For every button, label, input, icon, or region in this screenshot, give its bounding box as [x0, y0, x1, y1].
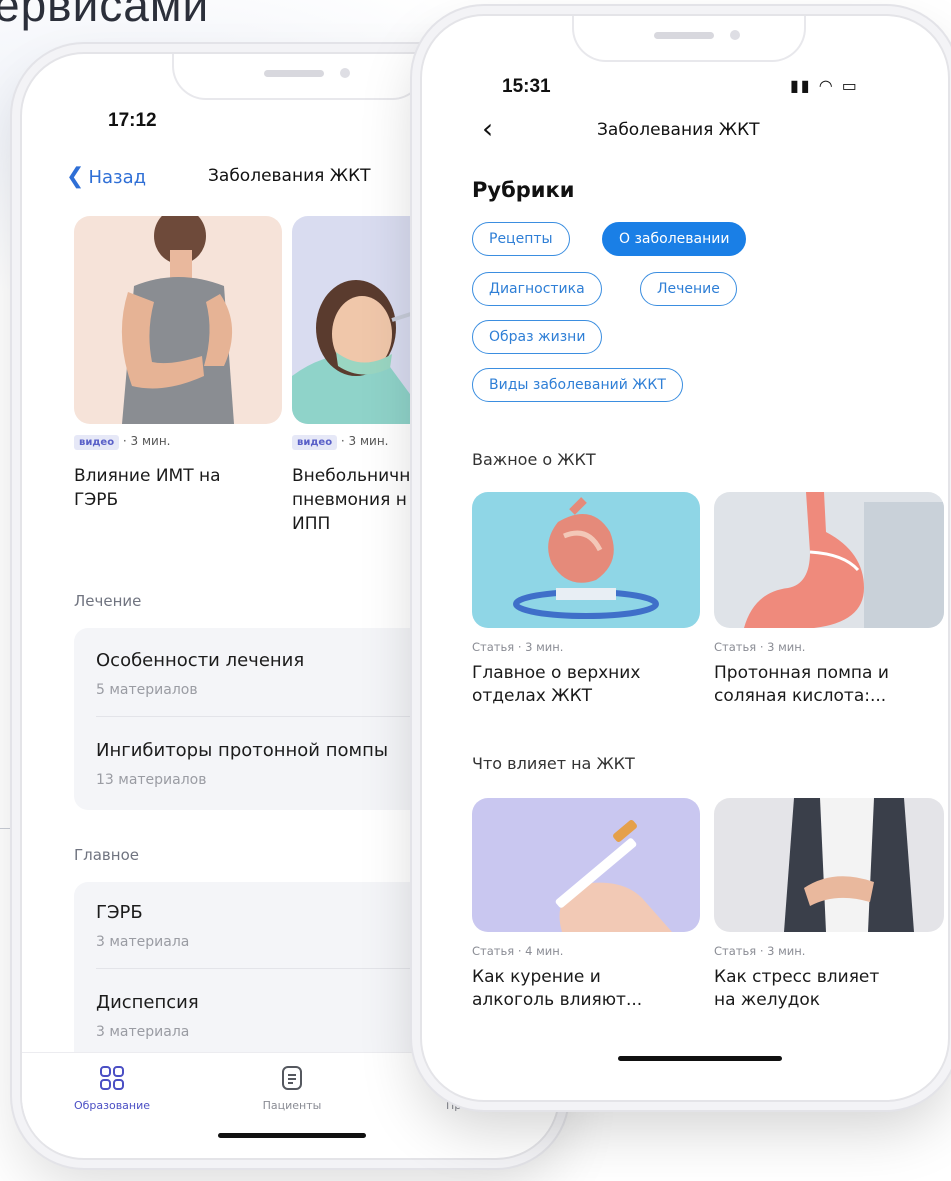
woman-illustration	[121, 216, 234, 424]
tab-education[interactable]: Образование	[42, 1065, 182, 1112]
list-item-title: Особенности лечения	[96, 650, 305, 671]
article-card-thumbnail[interactable]	[472, 798, 700, 932]
chip-recipes[interactable]: Рецепты	[472, 222, 570, 256]
list-item-title: Ингибиторы протонной помпы	[96, 740, 389, 761]
chip-diagnostics[interactable]: Диагностика	[472, 272, 602, 306]
stomach-illustration	[744, 492, 944, 628]
speaker	[654, 32, 714, 39]
home-indicator	[618, 1056, 782, 1061]
divider	[96, 716, 434, 717]
chip-about-disease[interactable]: О заболевании	[602, 222, 747, 256]
chevron-left-icon[interactable]: ‹	[482, 112, 493, 145]
hero-title: ервисами	[0, 0, 210, 31]
article-title-line: алкоголь влияют...	[472, 990, 643, 1010]
video-meta: видео · 3 мин.	[292, 434, 389, 450]
page-title: Заболевания ЖКТ	[208, 166, 371, 186]
rubrics-title: Рубрики	[472, 178, 575, 202]
video-meta: видео · 3 мин.	[74, 434, 171, 450]
cigarette-hand-illustration	[555, 820, 672, 932]
video-title[interactable]: Влияние ИМТ на ГЭРБ	[74, 464, 221, 512]
page-title: Заболевания ЖКТ	[597, 120, 760, 140]
video-card-thumbnail[interactable]	[74, 216, 282, 424]
list-item-count: 3 материала	[96, 934, 190, 950]
section-list: Особенности лечения 5 материалов Ингибит…	[74, 628, 434, 810]
section-label: Важное о ЖКТ	[472, 450, 596, 469]
divider	[96, 968, 434, 969]
home-indicator	[218, 1133, 366, 1138]
speaker	[264, 70, 324, 77]
article-card-thumbnail[interactable]	[714, 798, 944, 932]
back-button-label: Назад	[88, 167, 147, 188]
article-title-line: соляная кислота:...	[714, 686, 887, 706]
camera	[340, 68, 350, 78]
article-title-line: Как курение и	[472, 967, 601, 987]
video-title[interactable]: Внебольничн пневмония н ИПП	[292, 464, 410, 536]
document-icon	[282, 1066, 302, 1090]
article-title[interactable]: Протонная помпа и соляная кислота:...	[714, 662, 889, 708]
list-item-count: 13 материалов	[96, 772, 207, 788]
list-item-title: Диспепсия	[96, 992, 199, 1013]
battery-icon: ▭	[841, 76, 859, 95]
video-duration: · 3 мин.	[122, 434, 171, 448]
list-item-count: 5 материалов	[96, 682, 198, 698]
status-time: 15:31	[502, 76, 551, 97]
article-title[interactable]: Как стресс влияет на желудок	[714, 966, 879, 1012]
article-title[interactable]: Главное о верхних отделах ЖКТ	[472, 662, 640, 708]
article-meta: Статья · 3 мин.	[472, 640, 564, 654]
video-duration: · 3 мин.	[340, 434, 389, 448]
tab-label: Образование	[73, 1099, 151, 1112]
tab-label: Пациенты	[262, 1099, 322, 1112]
article-meta: Статья · 4 мин.	[472, 944, 564, 958]
video-title-line: Влияние ИМТ на	[74, 466, 221, 486]
video-title-line: ИПП	[292, 514, 331, 534]
article-title-line: Как стресс влияет	[714, 967, 880, 987]
section-label: Главное	[74, 846, 139, 864]
signal-icon: ▮▮	[790, 76, 812, 95]
list-item-title: ГЭРБ	[96, 902, 143, 923]
article-title-line: Главное о верхних	[472, 663, 641, 683]
section-label: Что влияет на ЖКТ	[472, 754, 635, 773]
chip-disease-types[interactable]: Виды заболеваний ЖКТ	[472, 368, 683, 402]
notch	[572, 16, 806, 62]
list-item-count: 3 материала	[96, 1024, 190, 1040]
status-time: 17:12	[108, 110, 157, 131]
notch	[172, 54, 426, 100]
article-meta: Статья · 3 мин.	[714, 640, 806, 654]
status-icons: ▮▮ ◠ ▭	[790, 76, 859, 95]
wifi-icon: ◠	[818, 76, 835, 95]
section-label: Лечение	[74, 592, 142, 610]
article-meta: Статья · 3 мин.	[714, 944, 806, 958]
camera	[730, 30, 740, 40]
article-card-thumbnail[interactable]	[714, 492, 944, 628]
grid-icon	[100, 1066, 124, 1090]
phone-front: 15:31 ▮▮ ◠ ▭ ‹ Заболевания ЖКТ Рубрики Р…	[420, 14, 950, 1102]
stomach-model-illustration	[513, 497, 659, 619]
chip-lifestyle[interactable]: Образ жизни	[472, 320, 603, 354]
back-button[interactable]: ❮ Назад	[66, 164, 146, 189]
article-title[interactable]: Как курение и алкоголь влияют...	[472, 966, 642, 1012]
stress-stomach-illustration	[784, 798, 914, 932]
video-title-line: Внебольничн	[292, 466, 411, 486]
video-tag: видео	[74, 435, 120, 450]
video-title-line: пневмония н	[292, 490, 407, 510]
article-title-line: на желудок	[714, 990, 821, 1010]
video-title-line: ГЭРБ	[74, 490, 119, 510]
tab-patients[interactable]: Пациенты	[222, 1065, 362, 1112]
article-title-line: отделах ЖКТ	[472, 686, 593, 706]
article-card-thumbnail[interactable]	[472, 492, 700, 628]
video-tag: видео	[292, 435, 338, 450]
chip-treatment[interactable]: Лечение	[640, 272, 737, 306]
chevron-left-icon: ❮	[66, 164, 85, 189]
article-title-line: Протонная помпа и	[714, 663, 889, 683]
